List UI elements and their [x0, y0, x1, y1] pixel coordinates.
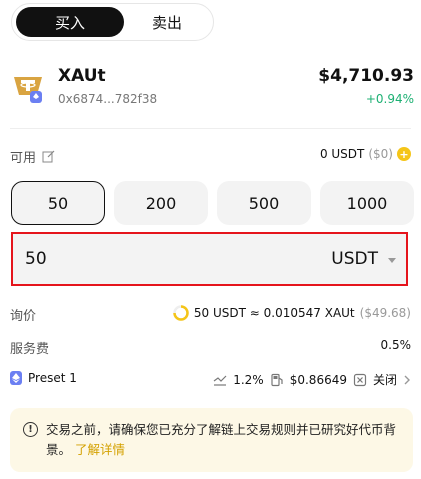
token-address[interactable]: 0x6874...782f38: [58, 92, 157, 106]
ethereum-icon: [30, 91, 42, 103]
info-icon: !: [23, 422, 38, 437]
currency-select[interactable]: USDT: [331, 249, 378, 269]
mev-protection-icon: [353, 373, 367, 386]
preset-label: Preset 1: [28, 371, 77, 385]
quote-row: 50 USDT ≈ 0.010547 XAUt ($49.68): [173, 305, 411, 321]
plus-coin-icon[interactable]: +: [397, 147, 411, 161]
amount-option-1000[interactable]: 1000: [320, 181, 414, 225]
amount-option-500[interactable]: 500: [217, 181, 311, 225]
fee-label: 服务费: [10, 342, 50, 357]
divider: [10, 128, 411, 129]
tab-sell[interactable]: 卖出: [124, 7, 210, 37]
edit-icon[interactable]: [42, 150, 55, 163]
price-change: +0.94%: [365, 92, 414, 106]
available-label: 可用: [10, 151, 37, 166]
chevron-right-icon: [404, 375, 410, 384]
tether-gold-icon: [10, 69, 46, 105]
preset-selector[interactable]: Preset 1: [10, 371, 77, 385]
available-balance: 0 USDT ($0) +: [320, 147, 411, 161]
slippage-value: 1.2%: [233, 372, 264, 387]
quote-label: 询价: [10, 309, 37, 324]
token-symbol: XAUt: [58, 66, 106, 86]
quote-text: 50 USDT ≈ 0.010547 XAUt: [193, 306, 355, 320]
mev-status: 关闭: [372, 373, 397, 387]
ethereum-icon: [10, 371, 22, 385]
risk-notice: ! 交易之前，请确保您已充分了解链上交易规则并已研究好代币背景。 了解详情: [10, 408, 413, 472]
preset-settings[interactable]: 1.2% $0.86649 关闭: [213, 371, 411, 388]
chevron-down-icon[interactable]: [388, 258, 396, 263]
available-usd: ($0): [368, 147, 393, 161]
refresh-progress-icon: [173, 305, 189, 321]
amount-option-50[interactable]: 50: [11, 181, 105, 225]
amount-input[interactable]: 50 USDT: [11, 232, 408, 286]
gas-value: $0.86649: [289, 372, 347, 387]
learn-more-link[interactable]: 了解详情: [75, 442, 125, 457]
quote-usd: ($49.68): [359, 306, 411, 320]
amount-option-200[interactable]: 200: [114, 181, 208, 225]
fee-value: 0.5%: [380, 338, 412, 352]
amount-input-value[interactable]: 50: [25, 249, 47, 269]
slippage-icon: [213, 375, 227, 386]
token-price: $4,710.93: [318, 66, 414, 86]
available-amount: 0 USDT: [319, 147, 365, 161]
tab-buy[interactable]: 买入: [16, 7, 124, 37]
gas-pump-icon: [271, 373, 283, 386]
available-label-row: 可用: [10, 147, 55, 166]
buy-sell-toggle: 买入 卖出: [11, 3, 214, 41]
